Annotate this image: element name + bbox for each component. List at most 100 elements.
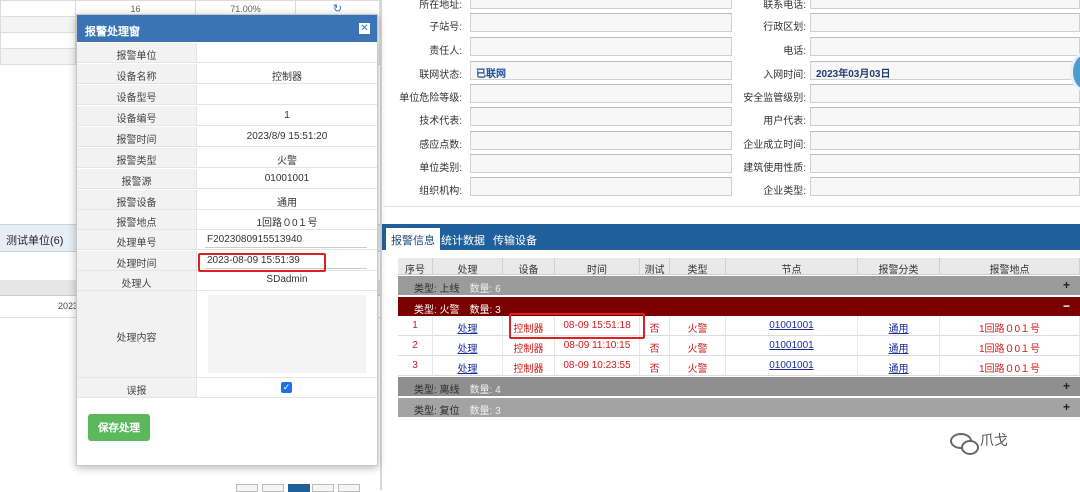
ticket-no-input[interactable]: [205, 232, 367, 248]
field-alarm-unit: 报警单位: [77, 43, 377, 63]
highlight-box: [198, 253, 326, 272]
group-online-type: 类型: 上线: [414, 284, 460, 295]
group-offline[interactable]: 类型: 离线 数量: 4 +: [398, 377, 1080, 396]
node-link[interactable]: 01001001: [726, 336, 858, 356]
label-responsible: 责任人:: [429, 46, 462, 57]
alarm-tab-bar: 报警信息 统计数据 传输设备: [382, 224, 1080, 250]
col-time[interactable]: 时间: [555, 258, 640, 276]
label-address: 所在地址:: [419, 0, 462, 11]
expand-icon[interactable]: +: [1063, 400, 1070, 414]
label-enterprise-type: 企业类型:: [763, 186, 806, 197]
field-alarm-time: 报警时间 2023/8/9 15:51:20: [77, 127, 377, 147]
dialog-title: 报警处理窗: [85, 26, 140, 38]
label-ticket-no: 处理单号: [77, 230, 197, 249]
row-test: 否: [640, 356, 670, 376]
col-test[interactable]: 测试: [640, 258, 670, 276]
label-device-name: 设备名称: [77, 64, 197, 83]
row-location: 1回路０0１号: [940, 316, 1080, 336]
tab-statistics[interactable]: 统计数据: [436, 228, 490, 250]
region-field[interactable]: [810, 13, 1080, 32]
value-handler: SDadmin: [266, 274, 308, 285]
contact-phone-field[interactable]: [810, 0, 1080, 9]
tab-alarm-info[interactable]: 报警信息: [386, 228, 440, 250]
pager-button[interactable]: [312, 484, 334, 492]
false-alarm-checkbox[interactable]: ✓: [281, 382, 292, 393]
group-fire-count: 数量: 3: [469, 305, 501, 316]
enterprise-type-field[interactable]: [810, 177, 1080, 196]
category-link[interactable]: 通用: [858, 336, 940, 356]
field-alarm-location: 报警地点 1回路０0１号: [77, 210, 377, 230]
group-fire[interactable]: 类型: 火警 数量: 3 −: [398, 297, 1080, 316]
building-use-field[interactable]: [810, 154, 1080, 173]
category-link[interactable]: 通用: [858, 356, 940, 376]
group-online[interactable]: 类型: 上线 数量: 6 +: [398, 276, 1080, 295]
user-rep-field[interactable]: [810, 107, 1080, 126]
founded-field[interactable]: [810, 131, 1080, 150]
category-link[interactable]: 通用: [858, 316, 940, 336]
table-row[interactable]: 3 处理 控制器 08-09 10:23:55 否 火警 01001001 通用…: [398, 356, 1080, 376]
risk-level-field[interactable]: [470, 84, 732, 103]
pager-button[interactable]: [262, 484, 284, 492]
organization-field[interactable]: [470, 177, 732, 196]
field-alarm-type: 报警类型 火警: [77, 148, 377, 168]
label-alarm-location: 报警地点: [77, 210, 197, 229]
group-offline-type: 类型: 离线: [414, 385, 460, 396]
group-reset[interactable]: 类型: 复位 数量: 3 +: [398, 398, 1080, 417]
substation-field[interactable]: [470, 13, 732, 32]
col-no[interactable]: 序号: [398, 258, 433, 276]
alarm-handle-dialog: 报警处理窗 ✕ 报警单位 设备名称 控制器 设备型号 设备编号 1 报警时间 2…: [76, 14, 378, 466]
label-handle-time: 处理时间: [77, 251, 197, 270]
label-substation: 子站号:: [429, 22, 462, 33]
supervision-level-field[interactable]: [810, 84, 1080, 103]
label-alarm-unit: 报警单位: [77, 43, 197, 62]
label-device-model: 设备型号: [77, 85, 197, 104]
pager-button[interactable]: [236, 484, 258, 492]
dialog-title-bar[interactable]: 报警处理窗 ✕: [77, 15, 377, 42]
node-link[interactable]: 01001001: [726, 356, 858, 376]
value-alarm-location: 1回路０0１号: [256, 218, 318, 229]
label-supervision-level: 安全监管级别:: [743, 93, 806, 104]
col-node[interactable]: 节点: [726, 258, 858, 276]
handle-link[interactable]: 处理: [433, 356, 503, 376]
sensor-count-field[interactable]: [470, 131, 732, 150]
responsible-field[interactable]: [470, 37, 732, 56]
row-time: 08-09 10:23:55: [555, 356, 640, 376]
unit-info-form: 所在地址: 子站号: 责任人: 联网状态: 已联网 单位危险等级: 技术代表: …: [384, 0, 1080, 206]
handle-content-textarea[interactable]: [208, 295, 366, 373]
label-device-no: 设备编号: [77, 106, 197, 125]
col-location[interactable]: 报警地点: [940, 258, 1080, 276]
table-row[interactable]: 2 处理 控制器 08-09 11:10:15 否 火警 01001001 通用…: [398, 336, 1080, 356]
label-unit-category: 单位类别:: [419, 163, 462, 174]
address-field[interactable]: [470, 0, 732, 9]
table-row[interactable]: 1 处理 控制器 08-09 15:51:18 否 火警 01001001 通用…: [398, 316, 1080, 336]
field-device-name: 设备名称 控制器: [77, 64, 377, 84]
field-device-model: 设备型号: [77, 85, 377, 105]
save-button[interactable]: 保存处理: [88, 414, 150, 441]
field-ticket-no: 处理单号: [77, 230, 377, 250]
close-icon[interactable]: ✕: [359, 23, 370, 34]
pager-button-active[interactable]: [288, 484, 310, 492]
network-status-field[interactable]: 已联网: [470, 61, 732, 80]
handle-link[interactable]: 处理: [433, 316, 503, 336]
tab-transmission-device[interactable]: 传输设备: [488, 228, 542, 250]
collapse-icon[interactable]: −: [1063, 299, 1070, 313]
phone-field[interactable]: [810, 37, 1080, 56]
label-alarm-type: 报警类型: [77, 148, 197, 167]
label-phone: 电话:: [783, 46, 806, 57]
expand-icon[interactable]: +: [1063, 278, 1070, 292]
node-link[interactable]: 01001001: [726, 316, 858, 336]
expand-icon[interactable]: +: [1063, 379, 1070, 393]
col-device[interactable]: 设备: [503, 258, 555, 276]
label-handler: 处理人: [77, 271, 197, 290]
pager-button[interactable]: [338, 484, 360, 492]
col-type[interactable]: 类型: [670, 258, 726, 276]
chat-bubble-icon: [950, 433, 979, 456]
col-category[interactable]: 报警分类: [858, 258, 940, 276]
col-action[interactable]: 处理: [433, 258, 503, 276]
join-date-field[interactable]: 2023年03月03日: [810, 61, 1080, 80]
handle-link[interactable]: 处理: [433, 336, 503, 356]
label-user-rep: 用户代表:: [763, 116, 806, 127]
row-no: 3: [398, 356, 433, 376]
unit-category-field[interactable]: [470, 154, 732, 173]
tech-rep-field[interactable]: [470, 107, 732, 126]
